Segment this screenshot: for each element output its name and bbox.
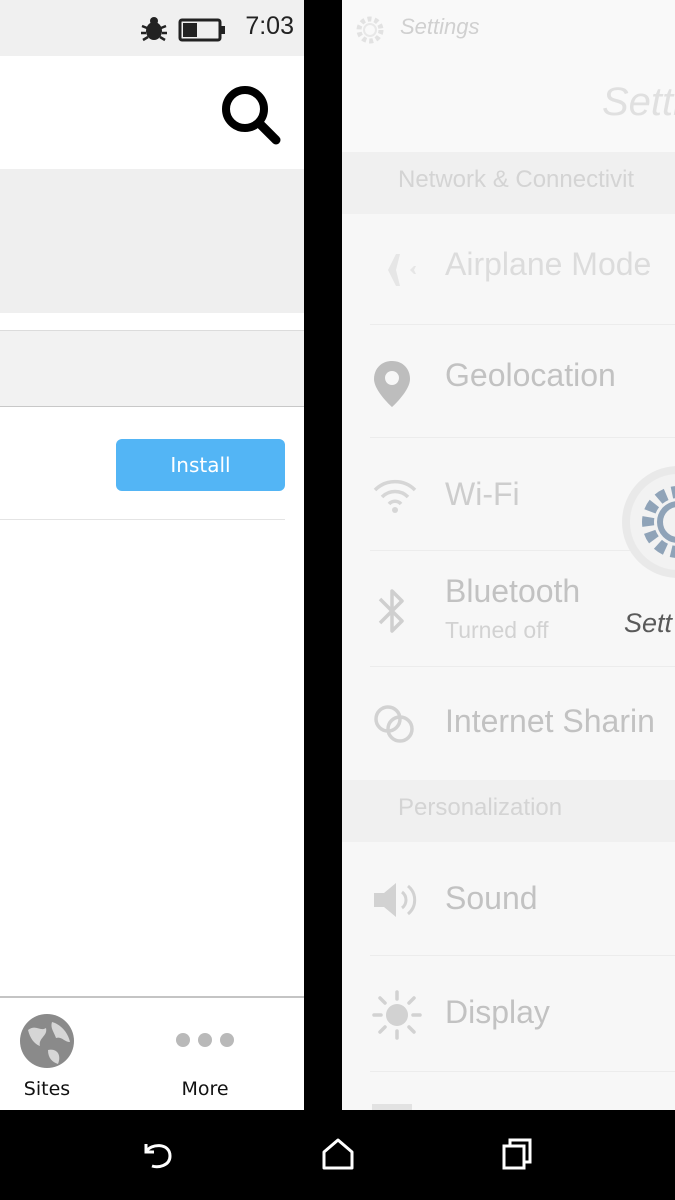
speaker-icon: [374, 883, 417, 917]
settings-row-internet-sharing[interactable]: Internet Sharin: [342, 667, 675, 780]
settings-header-title: Setti: [602, 80, 675, 124]
nav-sites-label: Sites: [23, 1078, 71, 1100]
settings-app-card[interactable]: Settings Setti Network & Connectivit Air…: [342, 0, 675, 1110]
more-dots-icon: [176, 1033, 234, 1047]
settings-row-geolocation[interactable]: Geolocation: [342, 325, 675, 437]
internet-sharing-icon: [374, 705, 414, 743]
status-bar: 7:03: [0, 0, 304, 56]
globe-icon: [20, 1014, 74, 1068]
section-header-network-label: Network & Connectivit: [398, 166, 635, 193]
location-pin-icon: [374, 361, 410, 407]
list-divider: [0, 519, 285, 520]
bottom-nav: Sites More: [0, 996, 304, 1110]
settings-row-internet-sharing-label: Internet Sharin: [445, 703, 655, 739]
row-divider: [370, 1071, 675, 1072]
install-button[interactable]: Install: [116, 439, 285, 491]
status-time: 7:03: [245, 12, 294, 40]
home-icon[interactable]: [321, 1136, 355, 1172]
nav-more[interactable]: More: [160, 998, 250, 1110]
recents-icon[interactable]: [500, 1136, 536, 1172]
settings-app-tile-label: Sett: [624, 608, 673, 638]
battery-icon: [178, 18, 225, 42]
settings-row-sound-label: Sound: [445, 880, 538, 916]
settings-row-bluetooth-sublabel: Turned off: [445, 617, 549, 643]
settings-row-display-label: Display: [445, 994, 550, 1030]
settings-titlebar: Settings: [342, 0, 675, 56]
brightness-icon: [372, 990, 422, 1040]
marketplace-app-card[interactable]: 7:03 Install Sites More: [0, 0, 304, 1110]
nav-sites[interactable]: Sites: [6, 998, 88, 1110]
back-icon[interactable]: [140, 1136, 176, 1172]
airplane-icon: [374, 254, 416, 286]
bluetooth-icon: [378, 589, 404, 633]
search-icon[interactable]: [218, 82, 284, 148]
settings-row-display[interactable]: Display: [342, 956, 675, 1071]
system-nav-bar: [0, 1110, 675, 1200]
filter-bar: [0, 331, 304, 407]
settings-row-wifi-label: Wi-Fi: [445, 476, 520, 512]
app-header: [0, 56, 304, 169]
section-header-network: Network & Connectivit: [342, 152, 675, 214]
section-header-personalization: Personalization: [342, 780, 675, 842]
settings-row-geolocation-label: Geolocation: [445, 357, 616, 393]
settings-row-sound[interactable]: Sound: [342, 842, 675, 955]
banner-area: [0, 169, 304, 313]
section-header-personalization-label: Personalization: [398, 794, 563, 821]
nav-more-label: More: [181, 1078, 229, 1100]
settings-window-title: Settings: [400, 14, 480, 39]
wifi-icon: [373, 479, 417, 513]
settings-header: Setti: [342, 56, 675, 152]
settings-row-airplane-label: Airplane Mode: [445, 246, 652, 282]
settings-gear-icon: [356, 16, 384, 44]
bug-icon: [141, 17, 167, 42]
settings-row-bluetooth-label: Bluetooth: [445, 573, 581, 609]
settings-row-airplane-mode[interactable]: Airplane Mode: [342, 214, 675, 324]
settings-app-tile-icon[interactable]: [622, 466, 675, 578]
